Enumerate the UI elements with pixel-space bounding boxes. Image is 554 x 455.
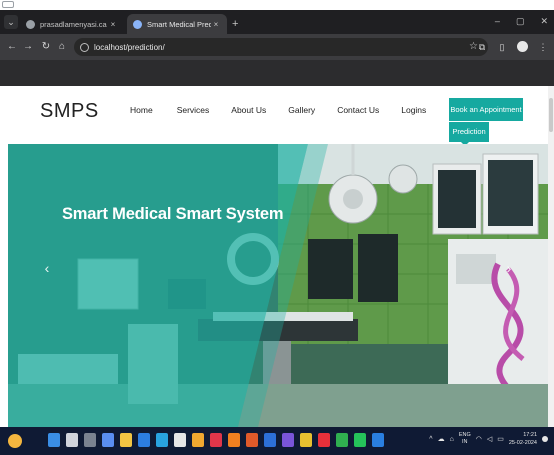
- carousel-prev-icon[interactable]: ‹: [40, 256, 54, 280]
- search-icon[interactable]: [66, 433, 78, 447]
- globe-icon: [26, 19, 35, 29]
- app-icon[interactable]: [210, 433, 222, 447]
- app-icon[interactable]: [246, 433, 258, 447]
- youtube-icon[interactable]: [318, 433, 330, 447]
- screen: ⌄ prasadlamenyasi.ca × Smart Medical Pre…: [0, 0, 554, 455]
- page-scrollbar[interactable]: [548, 86, 554, 427]
- battery-icon[interactable]: ▭: [497, 435, 504, 443]
- minimize-button[interactable]: –: [495, 16, 500, 27]
- top-strip: [0, 0, 554, 10]
- network-icon[interactable]: ⌂: [450, 436, 454, 443]
- reload-icon[interactable]: ↻: [40, 41, 52, 53]
- nav-gallery[interactable]: Gallery: [288, 105, 315, 115]
- tab-search-icon[interactable]: ⌄: [4, 15, 18, 29]
- site-info-icon[interactable]: [80, 42, 89, 52]
- nav-logins[interactable]: Logins: [401, 105, 426, 115]
- browser-toolbar: ← → ↻ ⌂ localhost/prediction/ ☆ ⧉ ▯ ⋮: [0, 34, 554, 60]
- book-appointment-button[interactable]: Book an Appointment: [449, 98, 523, 121]
- task-view-icon[interactable]: [84, 433, 96, 447]
- system-tray: ^ ☁ ⌂ ENG IN ◠ ◁ ▭ 17:21 25-02-2024: [429, 431, 548, 447]
- nav-contact[interactable]: Contact Us: [337, 105, 379, 115]
- nav-about[interactable]: About Us: [231, 105, 266, 115]
- app-icon[interactable]: [336, 433, 348, 447]
- nav-services[interactable]: Services: [177, 105, 210, 115]
- address-bar[interactable]: localhost/prediction/ ☆: [74, 38, 488, 56]
- app-icon[interactable]: [372, 433, 384, 447]
- edge-icon[interactable]: [156, 433, 168, 447]
- taskbar: ^ ☁ ⌂ ENG IN ◠ ◁ ▭ 17:21 25-02-2024: [0, 427, 554, 455]
- maximize-button[interactable]: ▢: [516, 16, 525, 27]
- clock[interactable]: 17:21 25-02-2024: [509, 431, 537, 447]
- site-favicon-icon: [133, 19, 142, 29]
- bookmarks-bar: [0, 60, 554, 86]
- store-icon[interactable]: [138, 433, 150, 447]
- whatsapp-icon[interactable]: [354, 433, 366, 447]
- window-controls: – ▢ ✕: [495, 16, 548, 27]
- new-tab-button[interactable]: +: [232, 18, 242, 30]
- tab-active[interactable]: Smart Medical Prediction Syste ×: [127, 14, 227, 34]
- taskbar-apps: [48, 433, 384, 447]
- file-explorer-icon[interactable]: [120, 433, 132, 447]
- volume-icon[interactable]: ◁: [487, 435, 492, 443]
- tab-inactive[interactable]: prasadlamenyasi.ca ×: [20, 14, 124, 34]
- website: SMPS Home Services About Us Gallery Cont…: [0, 86, 554, 427]
- weather-icon[interactable]: [8, 434, 22, 448]
- prediction-button[interactable]: Prediction: [449, 122, 489, 146]
- chevron-up-icon[interactable]: ^: [429, 436, 432, 443]
- tab-bar: ⌄ prasadlamenyasi.ca × Smart Medical Pre…: [0, 10, 554, 34]
- site-logo[interactable]: SMPS: [40, 100, 99, 123]
- language-region: IN: [462, 439, 468, 445]
- sidepanel-icon[interactable]: ▯: [497, 42, 507, 52]
- hero-title: Smart Medical Smart System: [62, 205, 284, 223]
- toolbar-actions: ⧉ ▯ ⋮: [477, 41, 548, 52]
- app-icon[interactable]: [228, 433, 240, 447]
- menu-icon[interactable]: ⋮: [538, 42, 548, 52]
- close-icon[interactable]: ×: [108, 20, 118, 29]
- start-icon[interactable]: [48, 433, 60, 447]
- window-icon: [2, 1, 14, 8]
- tab-title: Smart Medical Prediction Syste: [147, 19, 211, 29]
- home-icon[interactable]: ⌂: [56, 41, 68, 53]
- notification-icon[interactable]: [542, 436, 548, 442]
- carousel-next-icon[interactable]: ›: [502, 256, 516, 280]
- chrome-icon[interactable]: [192, 433, 204, 447]
- extensions-icon[interactable]: ⧉: [477, 42, 487, 52]
- app-icon[interactable]: [300, 433, 312, 447]
- language-code: ENG: [458, 432, 471, 438]
- app-icon[interactable]: [282, 433, 294, 447]
- nav-home[interactable]: Home: [130, 105, 153, 115]
- app-icon[interactable]: [174, 433, 186, 447]
- app-icon[interactable]: [264, 433, 276, 447]
- tab-title: prasadlamenyasi.ca: [40, 19, 107, 29]
- cloud-icon[interactable]: ☁: [438, 435, 445, 443]
- back-icon[interactable]: ←: [6, 41, 18, 53]
- close-icon[interactable]: ×: [211, 20, 221, 29]
- language-indicator[interactable]: ENG IN: [459, 432, 471, 446]
- forward-icon[interactable]: →: [22, 41, 34, 53]
- operating-room-image: [8, 144, 552, 427]
- address-url: localhost/prediction/: [94, 42, 165, 52]
- site-nav: Home Services About Us Gallery Contact U…: [130, 105, 426, 115]
- clock-time: 17:21: [523, 432, 537, 438]
- hero-banner: Smart Medical Smart System ‹ ›: [8, 144, 552, 427]
- widgets-icon[interactable]: [102, 433, 114, 447]
- wifi-icon[interactable]: ◠: [476, 435, 482, 443]
- prediction-label: Prediction: [452, 127, 486, 136]
- close-window-button[interactable]: ✕: [540, 16, 548, 27]
- clock-date: 25-02-2024: [508, 440, 537, 446]
- profile-avatar-icon[interactable]: [517, 41, 528, 52]
- scrollbar-thumb[interactable]: [549, 98, 553, 132]
